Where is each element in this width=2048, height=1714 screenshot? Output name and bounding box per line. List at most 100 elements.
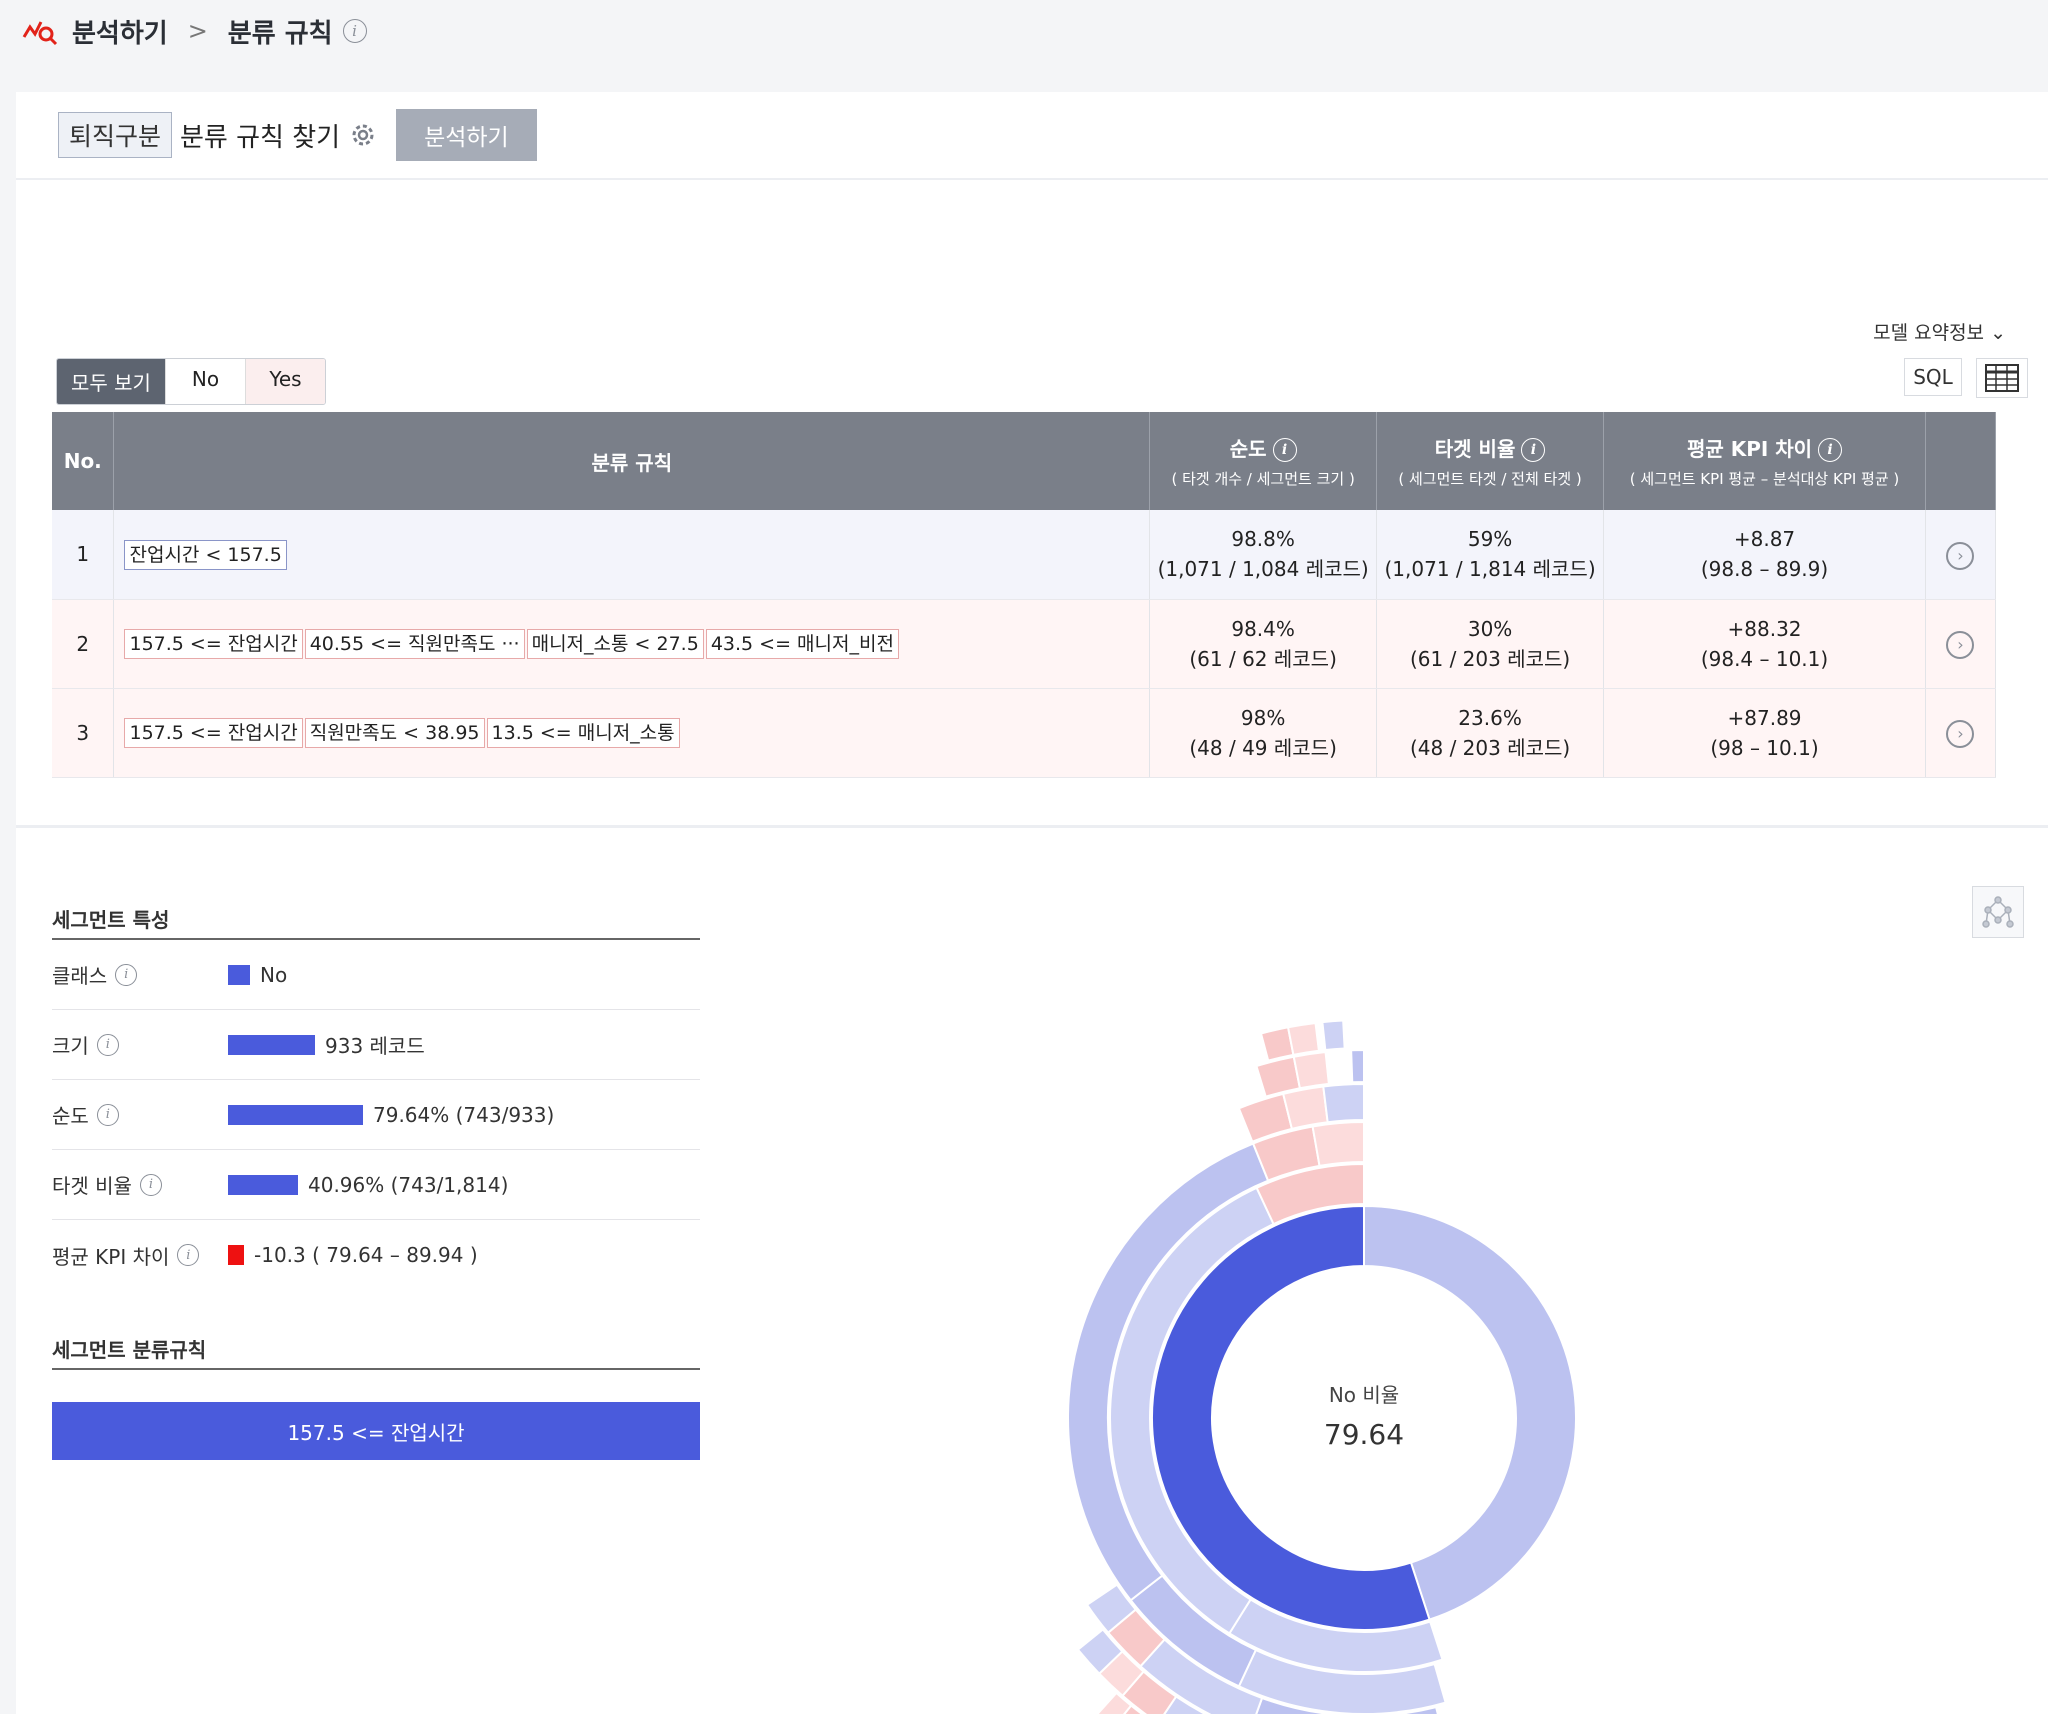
col-action (1925, 412, 1997, 510)
target-value: 23.6% (1458, 705, 1522, 730)
kpi-cell: +87.89 (98 – 10.1) (1603, 688, 1926, 778)
segment-size-row: 크기 i 933 레코드 (52, 1010, 700, 1080)
target-cell: 59% (1,071 / 1,814 레코드) (1376, 510, 1605, 600)
table-row[interactable]: 3 157.5 <= 잔업시간 직원만족도 < 38.95 13.5 <= 매니저_… (52, 688, 1997, 778)
chevron-right-icon: > (187, 17, 208, 45)
rule-cell: 157.5 <= 잔업시간 직원만족도 < 38.95 13.5 <= 매니저_소통 (113, 688, 1151, 778)
sunburst-segment[interactable] (1286, 1021, 1321, 1056)
segment-class-label: 클래스 i (52, 960, 228, 989)
model-summary-label: 모델 요약정보 (1873, 322, 1985, 344)
segment-purity-label: 순도 i (52, 1100, 228, 1129)
filter-all[interactable]: 모두 보기 (57, 359, 165, 404)
purity-cell: 98.8% (1,071 / 1,084 레코드) (1149, 510, 1378, 600)
target-value: 30% (1467, 616, 1513, 641)
purity-bar (228, 1104, 363, 1125)
rule-chip: 43.5 <= 매니저_비전 (705, 629, 899, 659)
col-no: No. (52, 412, 115, 510)
network-view-button[interactable] (1972, 886, 2024, 938)
target-tag[interactable]: 퇴직구분 (58, 112, 173, 158)
main-panel: 퇴직구분 분류 규칙 찾기 분석하기 모델 요약정보 ⌄ 모두 보기 No Ye… (16, 92, 2048, 1714)
info-icon[interactable]: i (96, 1033, 119, 1056)
rule-chip: 157.5 <= 잔업시간 (124, 718, 303, 748)
sunburst-segment[interactable] (1311, 1120, 1365, 1168)
table-row[interactable]: 2 157.5 <= 잔업시간 40.55 <= 직원만족도 ··· 매니저_소통 … (52, 599, 1997, 689)
target-label-text: 타겟 비율 (52, 1174, 132, 1198)
size-value-text: 933 레코드 (325, 1034, 425, 1058)
model-summary-toggle[interactable]: 모델 요약정보 ⌄ (1873, 318, 2006, 345)
info-icon[interactable]: i (342, 19, 367, 43)
info-icon[interactable]: i (96, 1103, 119, 1126)
table-view-button[interactable] (1976, 358, 2028, 398)
target-cell: 30% (61 / 203 레코드) (1376, 599, 1605, 689)
target-detail: (61 / 203 레코드) (1409, 646, 1571, 671)
segment-rule-bar[interactable]: 157.5 <= 잔업시간 (52, 1402, 700, 1460)
action-cell: › (1925, 688, 1997, 778)
page-title: 분류 규칙 찾기 (180, 122, 341, 153)
sunburst-segment[interactable] (1322, 1082, 1365, 1124)
sunburst-segment[interactable] (1292, 1050, 1330, 1090)
kpi-value-text: -10.3 ( 79.64 – 89.94 ) (254, 1243, 478, 1267)
rules-section: 모델 요약정보 ⌄ 모두 보기 No Yes SQL No. 분류 규칙 순도 … (16, 182, 2048, 828)
purity-detail: (1,071 / 1,084 레코드) (1157, 557, 1369, 582)
table-row[interactable]: 1 잔업시간 < 157.5 98.8% (1,071 / 1,084 레코드) … (52, 510, 1997, 600)
segment-size-value: 933 레코드 (228, 1030, 425, 1059)
kpi-detail: (98 – 10.1) (1710, 735, 1819, 760)
sunburst-segment[interactable] (1350, 1048, 1365, 1084)
gear-icon[interactable] (348, 120, 378, 150)
analyze-button[interactable]: 분석하기 (396, 109, 537, 161)
chevron-right-circle-icon[interactable]: › (1946, 631, 1975, 659)
info-icon[interactable]: i (177, 1244, 200, 1266)
chevron-right-circle-icon[interactable]: › (1946, 720, 1975, 748)
col-kpi-diff-label: 평균 KPI 차이 (1686, 436, 1813, 461)
segment-class-value: No (228, 963, 287, 987)
segment-target-value: 40.96% (743/1,814) (228, 1173, 508, 1197)
kpi-detail: (98.8 – 89.9) (1700, 557, 1829, 582)
breadcrumb-current: 분류 규칙 (227, 18, 333, 49)
class-filter: 모두 보기 No Yes (56, 358, 326, 405)
purity-cell: 98.4% (61 / 62 레코드) (1149, 599, 1378, 689)
col-kpi-diff-sub: ( 세그먼트 KPI 평균 – 분석대상 KPI 평균 ) (1629, 470, 1900, 489)
col-target-ratio-sub: ( 세그먼트 타겟 / 전체 타겟 ) (1398, 470, 1582, 489)
size-label-text: 크기 (52, 1034, 89, 1058)
filter-no[interactable]: No (164, 359, 245, 404)
rule-chip: 40.55 <= 직원만족도 ··· (304, 629, 525, 659)
info-icon[interactable]: i (115, 963, 138, 986)
breadcrumb-root[interactable]: 분석하기 (72, 13, 168, 50)
sql-button[interactable]: SQL (1904, 358, 1962, 396)
target-detail: (1,071 / 1,814 레코드) (1384, 557, 1596, 582)
target-cell: 23.6% (48 / 203 레코드) (1376, 688, 1605, 778)
sunburst-segment-root-yes[interactable] (1363, 1204, 1577, 1621)
purity-cell: 98% (48 / 49 레코드) (1149, 688, 1378, 778)
info-icon[interactable]: i (1272, 438, 1297, 463)
target-bar (228, 1174, 298, 1195)
purity-label-text: 순도 (52, 1104, 89, 1128)
table-header-row: No. 분류 규칙 순도 i ( 타겟 개수 / 세그먼트 크기 ) 타겟 비율 i… (52, 412, 1997, 510)
segment-rules-title: 세그먼트 분류규칙 (52, 1338, 207, 1362)
panel-header: 퇴직구분 분류 규칙 찾기 분석하기 (16, 92, 2048, 180)
info-icon[interactable]: i (139, 1173, 162, 1196)
segment-target-row: 타겟 비율 i 40.96% (743/1,814) (52, 1150, 700, 1220)
info-icon[interactable]: i (1818, 438, 1843, 463)
col-target-ratio-label: 타겟 비율 (1434, 436, 1516, 461)
center-value: 79.64 (1324, 1418, 1404, 1451)
segment-kpi-value: -10.3 ( 79.64 – 89.94 ) (228, 1243, 478, 1267)
network-icon (1982, 896, 2014, 928)
target-value: 59% (1467, 527, 1513, 552)
segment-title: 세그먼트 특성 (52, 908, 170, 932)
segment-class-row: 클래스 i No (52, 940, 700, 1010)
segment-size-label: 크기 i (52, 1030, 228, 1059)
chevron-right-circle-icon[interactable]: › (1946, 541, 1975, 570)
segment-kpi-row: 평균 KPI 차이 i -10.3 ( 79.64 – 89.94 ) (52, 1220, 700, 1290)
sunburst-segment[interactable] (1281, 1085, 1329, 1131)
rule-chip: 13.5 <= 매니저_소통 (486, 718, 680, 748)
sunburst-segment[interactable] (1321, 1019, 1346, 1052)
info-icon[interactable]: i (1521, 438, 1546, 463)
rule-chip: 매니저_소통 < 27.5 (526, 629, 704, 659)
target-detail: (48 / 203 레코드) (1409, 735, 1571, 760)
table-grid-icon (1985, 364, 2019, 392)
rules-table: No. 분류 규칙 순도 i ( 타겟 개수 / 세그먼트 크기 ) 타겟 비율 i… (52, 412, 1997, 778)
segment-kpi-label: 평균 KPI 차이 i (52, 1241, 228, 1270)
purity-detail: (61 / 62 레코드) (1189, 646, 1337, 671)
filter-yes[interactable]: Yes (244, 359, 325, 404)
col-purity-label: 순도 (1229, 436, 1267, 461)
